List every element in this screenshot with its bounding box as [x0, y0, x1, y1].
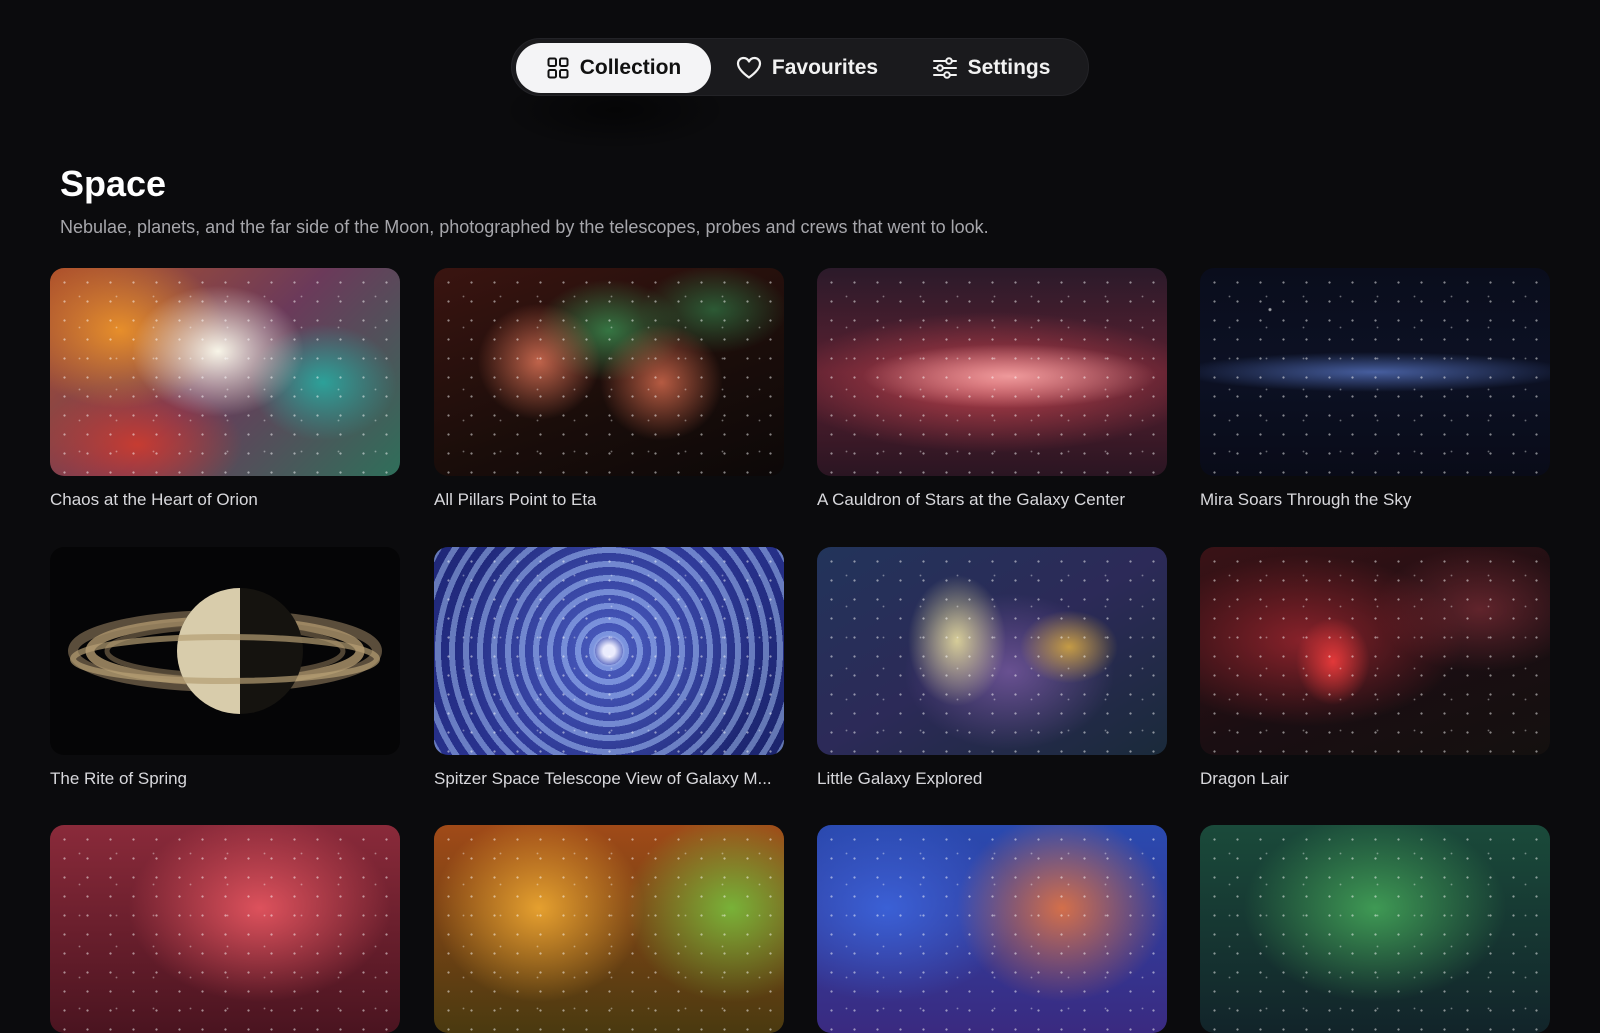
gallery-card[interactable]: Mira Soars Through the Sky [1200, 268, 1550, 510]
thumbnail-image [1200, 547, 1550, 755]
top-nav: Collection Favourites Settings [511, 38, 1089, 96]
gallery-card[interactable]: A Cauldron of Stars at the Galaxy Center [817, 268, 1167, 510]
gallery-card[interactable] [434, 825, 784, 1033]
gallery-card[interactable]: Chaos at the Heart of Orion [50, 268, 400, 510]
tab-collection-label: Collection [579, 56, 682, 79]
thumbnail-image [434, 268, 784, 476]
section-title: Space [60, 163, 167, 204]
thumbnail-image [1200, 268, 1550, 476]
thumbnail-image [817, 547, 1167, 755]
saturn-illustration [68, 588, 382, 714]
thumbnail-image [50, 547, 400, 755]
card-caption: All Pillars Point to Eta [434, 490, 597, 509]
thumbnail-image [817, 268, 1167, 476]
card-caption: A Cauldron of Stars at the Galaxy Center [817, 490, 1126, 509]
thumbnail-image [434, 825, 784, 1033]
section-description: Nebulae, planets, and the far side of th… [60, 217, 989, 237]
grid-icon [547, 57, 569, 79]
gallery-card[interactable] [1200, 825, 1550, 1033]
gallery-card[interactable] [817, 825, 1167, 1033]
sliders-icon [932, 57, 957, 79]
tab-collection[interactable]: Collection [516, 43, 711, 93]
gallery-card[interactable]: Spitzer Space Telescope View of Galaxy M… [434, 547, 784, 789]
gallery-card[interactable]: The Rite of Spring [50, 547, 400, 789]
tab-favourites[interactable]: Favourites [727, 43, 887, 93]
card-caption: The Rite of Spring [50, 769, 188, 788]
heart-icon [736, 56, 761, 79]
thumbnail-image [50, 268, 400, 476]
thumbnail-image [817, 825, 1167, 1033]
card-caption: Dragon Lair [1200, 769, 1289, 788]
thumbnail-image [434, 547, 784, 755]
gallery-card[interactable]: Little Galaxy Explored [817, 547, 1167, 789]
card-caption: Mira Soars Through the Sky [1200, 490, 1412, 509]
gallery-card[interactable]: Dragon Lair [1200, 547, 1550, 789]
card-caption: Chaos at the Heart of Orion [50, 490, 258, 509]
tab-settings-label: Settings [967, 56, 1051, 79]
card-caption: Little Galaxy Explored [817, 769, 983, 788]
gallery-card[interactable]: All Pillars Point to Eta [434, 268, 784, 510]
tab-settings[interactable]: Settings [912, 43, 1070, 93]
tab-favourites-label: Favourites [771, 56, 879, 79]
gallery-card[interactable] [50, 825, 400, 1033]
thumbnail-image [1200, 825, 1550, 1033]
thumbnail-image [50, 825, 400, 1033]
card-caption: Spitzer Space Telescope View of Galaxy M… [434, 769, 772, 788]
